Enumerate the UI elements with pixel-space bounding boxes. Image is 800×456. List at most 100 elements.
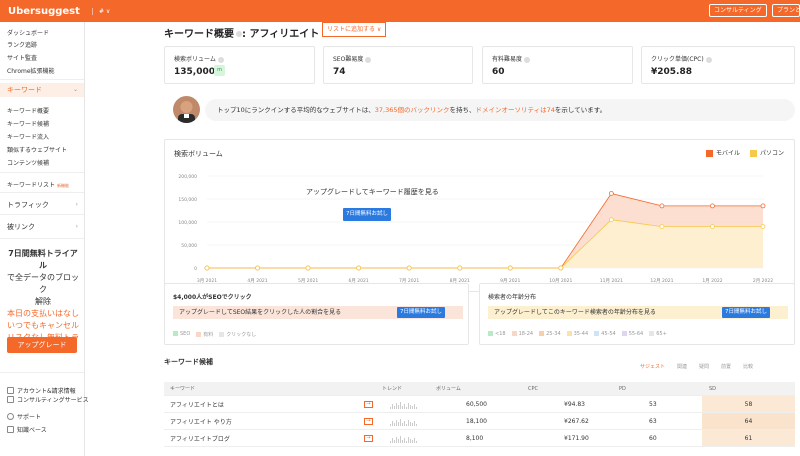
people-icon — [7, 396, 14, 403]
data-point — [457, 265, 463, 271]
help-icon[interactable] — [217, 56, 224, 63]
keyword-table: キーワード トレンド ボリューム CPC PD SD アフィリエイトとは → 60,… — [164, 382, 795, 447]
trend-sparkline — [390, 413, 417, 429]
metric-value: 74 — [333, 67, 346, 77]
plans-button[interactable]: プランと料金 — [772, 4, 800, 17]
sidebar-item-site-audit[interactable]: サイト監査 — [7, 53, 37, 62]
metric-value: 135,000 — [174, 67, 215, 77]
table-row[interactable]: アフィリエイトとは → 60,500 ¥94.83 53 58 — [164, 396, 795, 413]
backlinks-highlight: 37,365個のバックリンク — [374, 106, 450, 114]
project-selector[interactable]: # ∨ — [92, 7, 110, 15]
footer-link-label: コンサルティングサービス — [17, 397, 89, 404]
trial-line: いつでもキャンセル — [7, 321, 79, 330]
sidebar-section-traffic[interactable]: トラフィック › — [0, 198, 84, 212]
sidebar-section-backlinks[interactable]: 被リンク › — [0, 220, 84, 234]
tab-prepositions[interactable]: 前置 — [721, 363, 731, 370]
main-content: キーワード概要: アフィリエイト リストに追加する ∨ 検索ボリューム 135,… — [85, 22, 800, 456]
tab-questions[interactable]: 疑問 — [699, 363, 709, 370]
sidebar-item-keyword-overview[interactable]: キーワード概要 — [7, 106, 49, 115]
sd-cell: 58 — [702, 396, 795, 412]
col-sd[interactable]: SD — [709, 382, 716, 395]
volume-cell: 60,500 — [466, 400, 487, 408]
table-row[interactable]: アフィリエイトブログ → 8,100 ¥171.90 60 61 — [164, 430, 795, 447]
trend-open-icon[interactable]: → — [364, 413, 373, 429]
app-logo[interactable]: Ubersuggest — [8, 6, 84, 17]
search-volume-chart-card: 検索ボリューム モバイル パソコン 200,000 150,000 100,000 5… — [164, 139, 795, 292]
seo-clicks-legend: SEO 有料 クリックなし — [173, 331, 256, 338]
pd-cell: 60 — [649, 434, 657, 442]
page-title-keyword: : アフィリエイト — [242, 29, 320, 40]
sidebar-item-keywords-by-traffic[interactable]: キーワード流入 — [7, 132, 49, 141]
data-point — [204, 265, 210, 271]
sidebar-item-keyword-list[interactable]: キーワードリスト 新機能 — [7, 180, 69, 189]
tab-suggestions[interactable]: サジェスト — [640, 363, 665, 370]
sidebar-section-label: キーワード — [7, 86, 42, 94]
seo-clicks-title: $4,000人がSEOでクリック — [173, 294, 252, 301]
consulting-button[interactable]: コンサルティング — [709, 4, 767, 17]
age-trial-button[interactable]: 7日間無料お試し — [722, 307, 770, 318]
trend-sparkline — [390, 430, 417, 446]
upgrade-button[interactable]: アップグレード — [7, 337, 77, 353]
col-cpc[interactable]: CPC — [528, 382, 538, 395]
cpc-cell: ¥267.62 — [564, 417, 589, 425]
pd-cell: 53 — [649, 400, 657, 408]
tab-related[interactable]: 関連 — [677, 363, 687, 370]
page-title: キーワード概要: アフィリエイト — [164, 25, 319, 40]
divider — [0, 79, 84, 80]
data-point — [255, 265, 260, 271]
mobile-badge: m — [214, 65, 225, 76]
trend-open-icon[interactable]: → — [364, 430, 373, 446]
keyword-ideas-tabs: サジェスト 関連 疑問 前置 比較 — [640, 363, 753, 370]
keyword-cell[interactable]: アフィリエイトとは — [170, 396, 224, 412]
col-pd[interactable]: PD — [619, 382, 626, 395]
sidebar-item-rank-tracking[interactable]: ランク追跡 — [7, 40, 37, 49]
col-volume[interactable]: ボリューム — [436, 382, 461, 395]
trend-open-icon[interactable]: → — [364, 396, 373, 412]
age-distribution-card: 検索者の年齢分布 アップグレードしてこのキーワード検索者の年齢分布を見る 7日間… — [479, 283, 795, 345]
tab-comparisons[interactable]: 比較 — [743, 363, 753, 370]
add-to-list-button[interactable]: リストに追加する ∨ — [322, 22, 387, 37]
footer-knowledge-link[interactable]: 知識ベース — [7, 425, 47, 434]
sidebar-section-keywords[interactable]: キーワード ⌄ — [0, 83, 84, 97]
sidebar-item-keyword-ideas[interactable]: キーワード候補 — [7, 119, 49, 128]
data-point — [305, 265, 311, 271]
volume-chart-svg: 200,000150,000100,00050,00003月 2021 4月 20… — [178, 174, 773, 284]
table-row[interactable]: アフィリエイト やり方 → 18,100 ¥267.62 63 64 — [164, 413, 795, 430]
sidebar-item-similar-websites[interactable]: 類似するウェブサイト — [7, 145, 67, 154]
footer-account-link[interactable]: アカウント&請求情報 — [7, 386, 76, 395]
chart-trial-button[interactable]: 7日間無料お試し — [343, 208, 391, 221]
sidebar-item-chrome-extension[interactable]: Chrome拡張機能 — [7, 66, 55, 75]
footer-link-label: サポート — [17, 414, 42, 421]
data-point — [608, 217, 614, 223]
chevron-down-icon: ⌄ — [72, 86, 78, 93]
help-icon[interactable] — [524, 56, 531, 63]
user-icon — [7, 387, 14, 394]
chart-upgrade-text: アップグレードしてキーワード履歴を見る — [306, 188, 439, 196]
footer-link-label: アカウント&請求情報 — [17, 388, 76, 395]
sidebar: ダッシュボード ランク追跡 サイト監査 Chrome拡張機能 キーワード ⌄ キ… — [0, 22, 89, 456]
sidebar-item-content-ideas[interactable]: コンテンツ候補 — [7, 158, 49, 167]
sidebar-item-dashboard[interactable]: ダッシュボード — [7, 28, 49, 37]
divider — [0, 238, 84, 239]
cpc-cell: ¥171.90 — [564, 434, 589, 442]
seo-trial-button[interactable]: 7日間無料お試し — [397, 307, 445, 318]
keyword-cell[interactable]: アフィリエイト やり方 — [170, 413, 232, 429]
data-point — [760, 224, 766, 229]
volume-cell: 18,100 — [466, 417, 487, 425]
metric-value: 60 — [492, 67, 505, 77]
help-icon[interactable] — [705, 56, 712, 63]
table-body: アフィリエイトとは → 60,500 ¥94.83 53 58 アフィリエイト やり方 → 18… — [164, 396, 795, 447]
footer-consulting-link[interactable]: コンサルティングサービス — [7, 395, 89, 404]
book-icon — [7, 426, 14, 433]
col-keyword[interactable]: キーワード — [170, 382, 195, 395]
age-dist-title: 検索者の年齢分布 — [488, 294, 537, 301]
trial-line: 7日間無料トライアル — [8, 249, 78, 270]
col-trend[interactable]: トレンド — [382, 382, 402, 395]
metric-label: クリック単価(CPC) — [651, 54, 712, 63]
divider — [0, 192, 84, 193]
keyword-cell[interactable]: アフィリエイトブログ — [170, 430, 230, 446]
domain-authority-highlight: ドメインオーソリティは74 — [475, 106, 555, 114]
help-icon[interactable] — [365, 56, 372, 63]
divider — [0, 372, 84, 373]
footer-support-link[interactable]: サポート — [7, 412, 41, 421]
